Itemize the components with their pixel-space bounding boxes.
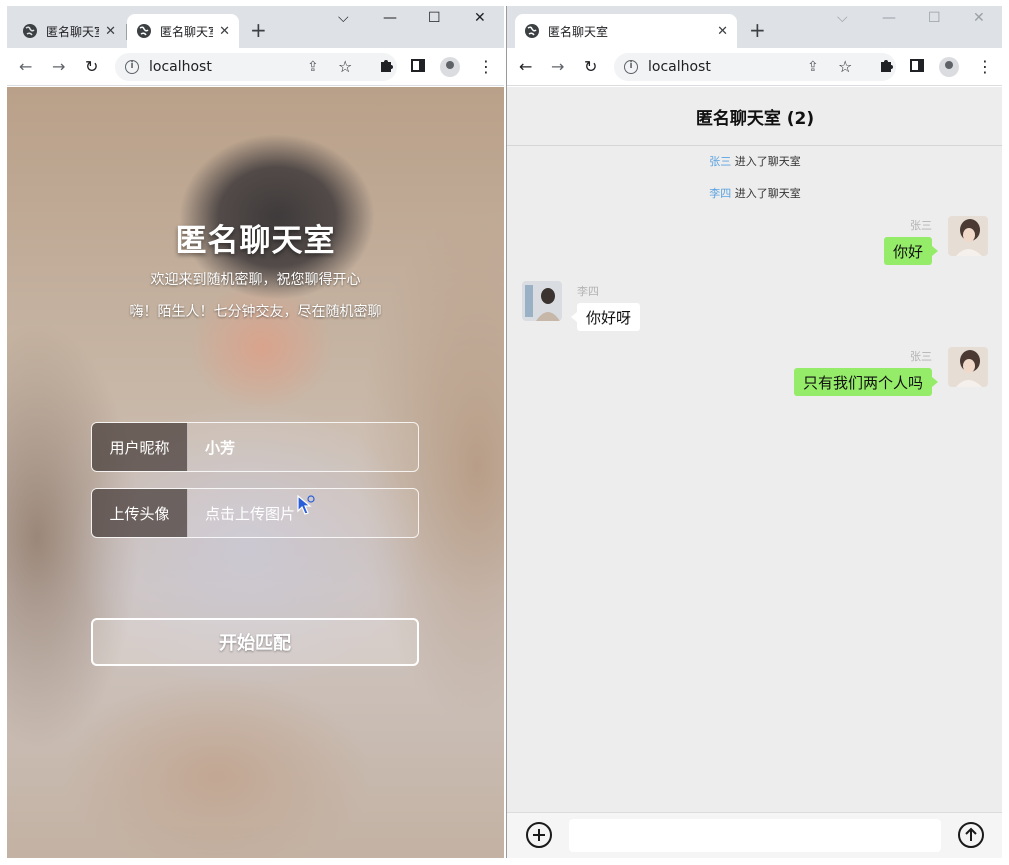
tab-title: 匿名聊天室: [548, 24, 609, 39]
tab-search-dropdown-icon[interactable]: ⌵: [338, 10, 349, 26]
message-sender-name: 张三: [910, 350, 932, 363]
start-match-button[interactable]: 开始匹配: [91, 618, 419, 666]
bookmark-star-icon[interactable]: ☆: [838, 58, 852, 76]
message-bubble-mine: 只有我们两个人吗: [793, 368, 939, 396]
user-avatar-lisi[interactable]: [522, 281, 562, 321]
tab-chatroom[interactable]: 匿名聊天室 ✕: [515, 14, 737, 48]
browser-toolbar: ← → ↻ i localhost ⇪ ☆ ⋮: [7, 48, 504, 86]
plus-icon: [533, 829, 545, 841]
side-panel-icon[interactable]: [411, 59, 425, 72]
url-text: localhost: [648, 59, 711, 75]
reload-icon[interactable]: ↻: [85, 58, 98, 76]
message-sender-name: 李四: [577, 285, 599, 298]
chat-input-bar: [507, 812, 1002, 858]
tab-chatroom-1[interactable]: 匿名聊天室 ✕: [13, 14, 125, 48]
system-message-text: 进入了聊天室: [734, 187, 801, 200]
tab-close-button[interactable]: ✕: [717, 24, 728, 39]
chat-room-page: 匿名聊天室 (2) 张三 进入了聊天室 李四 进入了聊天室 张三 你好 李四 你…: [507, 87, 1002, 858]
address-bar[interactable]: i localhost: [115, 53, 397, 81]
system-message-user: 张三: [709, 155, 732, 168]
minimize-button[interactable]: —: [882, 10, 896, 26]
user-avatar-zhangsan[interactable]: [948, 347, 988, 387]
forward-arrow-icon[interactable]: →: [52, 58, 65, 76]
arrow-up-icon: [965, 827, 977, 841]
system-message: 李四 进入了聊天室: [507, 185, 1002, 201]
share-icon[interactable]: ⇪: [307, 58, 319, 76]
maximize-button[interactable]: ☐: [928, 10, 941, 26]
address-bar[interactable]: i localhost: [614, 53, 896, 81]
add-plus-button[interactable]: [526, 822, 552, 848]
tab-search-dropdown-icon[interactable]: ⌵: [837, 10, 848, 26]
new-tab-button[interactable]: +: [250, 20, 267, 40]
maximize-button[interactable]: ☐: [428, 10, 441, 26]
login-page: 匿名聊天室 欢迎来到随机密聊，祝您聊得开心 嗨！陌生人！七分钟交友，尽在随机密聊…: [7, 87, 504, 858]
login-subtitle-2: 嗨！陌生人！七分钟交友，尽在随机密聊: [129, 304, 382, 320]
nickname-field: 用户昵称 小芳: [91, 422, 419, 472]
avatar-upload-label: 上传头像: [92, 489, 188, 537]
browser-toolbar: ← → ↻ i localhost ⇪ ☆ ⋮: [507, 48, 1002, 86]
globe-icon: [137, 24, 151, 38]
back-arrow-icon[interactable]: ←: [519, 58, 532, 76]
new-tab-button[interactable]: +: [749, 20, 766, 40]
tab-chatroom-2[interactable]: 匿名聊天室 ✕: [127, 14, 239, 48]
login-subtitle-1: 欢迎来到随机密聊，祝您聊得开心: [150, 272, 361, 288]
menu-kebab-icon[interactable]: ⋮: [977, 58, 993, 76]
bookmark-star-icon[interactable]: ☆: [338, 58, 352, 76]
globe-icon: [23, 24, 37, 38]
tab-strip: 匿名聊天室 ✕ + ⌵ — ☐ ✕: [507, 6, 1002, 48]
user-avatar-zhangsan[interactable]: [948, 216, 988, 256]
message-sender-name: 张三: [910, 219, 932, 232]
tab-title: 匿名聊天室: [160, 24, 213, 39]
system-message-user: 李四: [709, 187, 732, 200]
mouse-cursor-icon: [297, 495, 315, 515]
send-button[interactable]: [958, 822, 984, 848]
globe-icon: [525, 24, 539, 38]
system-message: 张三 进入了聊天室: [507, 153, 1002, 169]
site-info-icon[interactable]: i: [125, 60, 139, 74]
browser-window-right: 匿名聊天室 ✕ + ⌵ — ☐ ✕ ← → ↻ i localhost ⇪ ☆ …: [506, 6, 1002, 858]
minimize-button[interactable]: —: [383, 10, 397, 26]
nickname-label: 用户昵称: [92, 423, 188, 471]
chat-header-title: 匿名聊天室 (2): [507, 87, 1002, 146]
message-bubble-other: 你好呀: [570, 303, 641, 331]
extensions-puzzle-icon[interactable]: [879, 58, 893, 72]
site-info-icon[interactable]: i: [624, 60, 638, 74]
chat-message-input[interactable]: [569, 819, 941, 852]
nickname-input[interactable]: 小芳: [188, 423, 418, 471]
browser-window-left: 匿名聊天室 ✕ 匿名聊天室 ✕ + ⌵ — ☐ ✕ ← → ↻ i localh…: [7, 6, 504, 858]
extensions-puzzle-icon[interactable]: [379, 58, 393, 72]
back-arrow-icon[interactable]: ←: [19, 58, 32, 76]
profile-icon[interactable]: [440, 57, 460, 77]
tab-title: 匿名聊天室: [46, 24, 99, 39]
close-window-button[interactable]: ✕: [474, 10, 486, 26]
tab-close-button[interactable]: ✕: [219, 24, 230, 39]
close-window-button[interactable]: ✕: [973, 10, 985, 26]
tab-strip: 匿名聊天室 ✕ 匿名聊天室 ✕ + ⌵ — ☐ ✕: [7, 6, 504, 48]
system-message-text: 进入了聊天室: [734, 155, 801, 168]
side-panel-icon[interactable]: [910, 59, 924, 72]
forward-arrow-icon[interactable]: →: [551, 58, 564, 76]
menu-kebab-icon[interactable]: ⋮: [478, 58, 494, 76]
avatar-upload-field: 上传头像 点击上传图片: [91, 488, 419, 538]
reload-icon[interactable]: ↻: [584, 58, 597, 76]
profile-icon[interactable]: [939, 57, 959, 77]
login-title: 匿名聊天室: [175, 223, 336, 259]
message-bubble-mine: 你好: [883, 237, 939, 265]
url-text: localhost: [149, 59, 212, 75]
tab-close-button[interactable]: ✕: [105, 24, 116, 39]
share-icon[interactable]: ⇪: [807, 58, 819, 76]
